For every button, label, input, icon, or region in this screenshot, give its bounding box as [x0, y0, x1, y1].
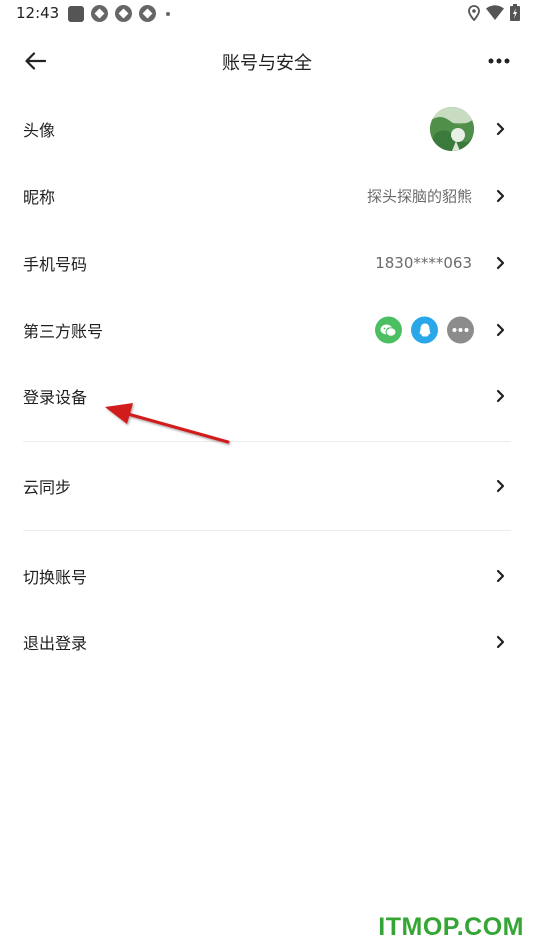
more-options-button[interactable] [484, 48, 514, 74]
watermark-logo: ITMOP.COM [378, 913, 524, 941]
login-devices-row[interactable]: 登录设备 [0, 363, 534, 429]
more-dots-icon [488, 58, 510, 64]
nickname-value: 探头探脑的貂熊 [366, 187, 472, 206]
login-devices-label: 登录设备 [23, 388, 88, 407]
app-header: 账号与安全 [0, 34, 534, 88]
sync-notification-icon [91, 5, 108, 22]
chevron-right-icon [496, 323, 505, 337]
cloud-sync-row[interactable]: 云同步 [0, 453, 534, 519]
wifi-icon [486, 5, 504, 20]
chevron-right-icon [496, 122, 505, 136]
switch-account-row[interactable]: 切换账号 [0, 543, 534, 609]
chevron-right-icon [496, 256, 505, 270]
sync-notification-icon [115, 5, 132, 22]
nickname-row[interactable]: 昵称 探头探脑的貂熊 [0, 163, 534, 229]
phone-row[interactable]: 手机号码 1830****063 [0, 230, 534, 296]
battery-icon [510, 4, 520, 21]
status-time: 12:43 [16, 4, 60, 22]
more-accounts-icon[interactable] [447, 316, 474, 344]
wechat-icon[interactable] [375, 316, 402, 344]
cloud-sync-label: 云同步 [23, 478, 72, 497]
page-title: 账号与安全 [222, 53, 312, 74]
nickname-label: 昵称 [23, 188, 56, 207]
avatar-row[interactable]: 头像 [0, 96, 534, 162]
section-divider [23, 441, 511, 442]
notification-icons [68, 5, 170, 22]
chevron-right-icon [496, 189, 505, 203]
status-bar: 12:43 [0, 0, 534, 28]
third-party-icons [375, 316, 474, 344]
chevron-right-icon [496, 569, 505, 583]
logout-row[interactable]: 退出登录 [0, 609, 534, 675]
third-party-label: 第三方账号 [23, 322, 104, 341]
third-party-account-row[interactable]: 第三方账号 [0, 297, 534, 363]
section-divider [23, 530, 511, 531]
avatar-image [430, 107, 474, 151]
sync-notification-icon [139, 5, 156, 22]
qq-icon[interactable] [411, 316, 438, 344]
switch-account-label: 切换账号 [23, 568, 88, 587]
phone-label: 手机号码 [23, 255, 88, 274]
chevron-right-icon [496, 635, 505, 649]
phone-value: 1830****063 [375, 254, 472, 272]
location-icon [468, 4, 480, 21]
avatar-label: 头像 [23, 121, 56, 140]
avatar[interactable] [430, 107, 474, 151]
app-notification-icon [68, 5, 84, 22]
chevron-right-icon [496, 389, 505, 403]
chevron-right-icon [496, 479, 505, 493]
system-icons [468, 4, 520, 21]
more-notifications-icon [166, 11, 170, 16]
logout-label: 退出登录 [23, 634, 88, 653]
